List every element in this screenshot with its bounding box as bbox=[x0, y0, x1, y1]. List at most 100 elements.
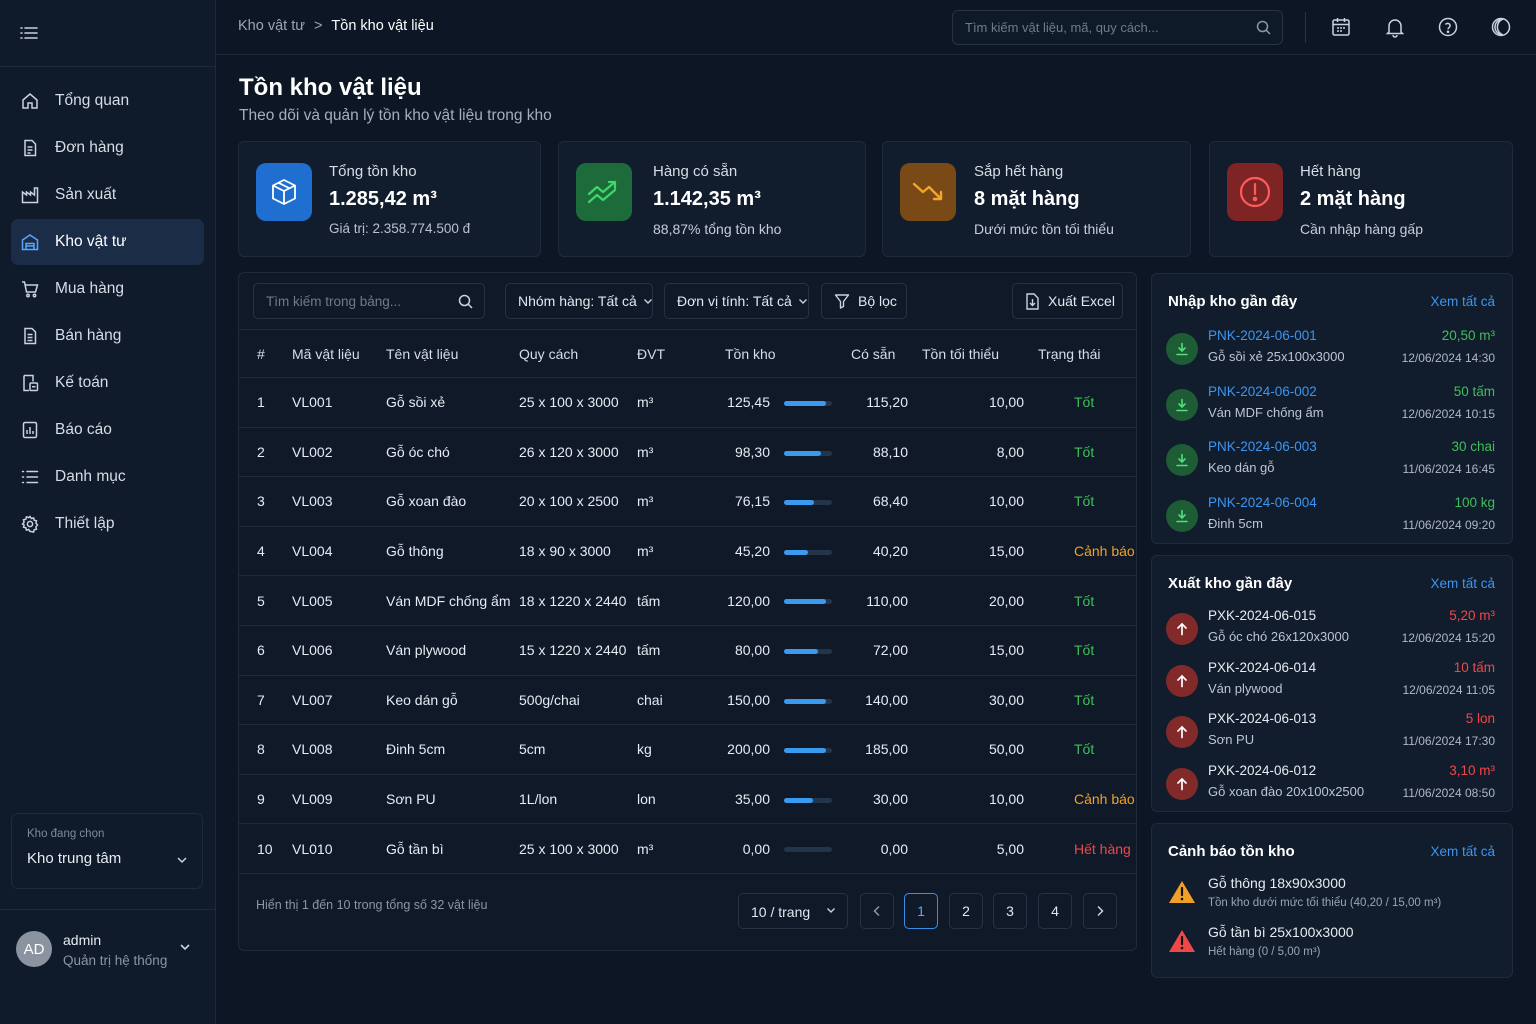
exports-view-all-link[interactable]: Xem tất cả bbox=[1430, 576, 1495, 591]
sidebar-item-bao-cao[interactable]: Báo cáo bbox=[11, 407, 204, 453]
import-item[interactable]: PNK-2024-06-002 Ván MDF chống ẩm 50 tấm 12/… bbox=[1152, 384, 1512, 434]
import-item[interactable]: PNK-2024-06-003 Keo dán gỗ 30 chai 11/06/20… bbox=[1152, 439, 1512, 489]
calendar-icon[interactable] bbox=[1330, 16, 1352, 38]
col-header-unit[interactable]: ĐVT bbox=[637, 329, 725, 378]
page-button-1[interactable]: 1 bbox=[904, 893, 938, 929]
stock-level-bar bbox=[784, 599, 832, 605]
export-item[interactable]: PXK-2024-06-012 Gỗ xoan đào 20x100x2500 3,… bbox=[1152, 763, 1512, 813]
cell-stock: 35,00 bbox=[725, 774, 851, 825]
col-header-status[interactable]: Trạng thái bbox=[1038, 329, 1136, 378]
chevron-down-icon bbox=[177, 857, 187, 864]
cell-minimum: 20,00 bbox=[922, 575, 1038, 626]
table-row[interactable]: 5 VL005 Ván MDF chống ẩm 18 x 1220 x 2440 tấ… bbox=[239, 575, 1136, 626]
sidebar-item-thiet-lap[interactable]: Thiết lập bbox=[11, 501, 204, 547]
unit-filter-select[interactable]: Đơn vị tính: Tất cả bbox=[664, 283, 809, 319]
cell-stock: 200,00 bbox=[725, 724, 851, 775]
filter-button[interactable]: Bộ lọc bbox=[821, 283, 907, 319]
imports-view-all-link[interactable]: Xem tất cả bbox=[1430, 294, 1495, 309]
table-row[interactable]: 8 VL008 Đinh 5cm 5cm kg 200,00 185,00 50,00 Tốt bbox=[239, 724, 1136, 775]
table-search-input[interactable]: Tìm kiếm trong bảng... bbox=[253, 283, 485, 319]
table-row[interactable]: 7 VL007 Keo dán gỗ 500g/chai chai 150,00 140,0… bbox=[239, 675, 1136, 726]
search-icon bbox=[1256, 20, 1271, 35]
page-button-4[interactable]: 4 bbox=[1038, 893, 1072, 929]
col-header-stock[interactable]: Tồn kho bbox=[725, 329, 851, 378]
alerts-view-all-link[interactable]: Xem tất cả bbox=[1430, 844, 1495, 859]
trend-up-icon bbox=[587, 180, 617, 204]
stock-value: 35,00 bbox=[734, 791, 770, 808]
sidebar-item-label: Kế toán bbox=[55, 374, 109, 391]
alert-item[interactable]: Gỗ thông 18x90x3000 Tồn kho dưới mức tối … bbox=[1152, 875, 1512, 915]
cell-name: Gỗ óc chó bbox=[386, 427, 519, 478]
col-header-index[interactable]: # bbox=[239, 329, 292, 378]
table-row[interactable]: 4 VL004 Gỗ thông 18 x 90 x 3000 m³ 45,20 40,20… bbox=[239, 526, 1136, 577]
cell-spec: 15 x 1220 x 2440 bbox=[519, 625, 637, 676]
sidebar-item-ban-hang[interactable]: Bán hàng bbox=[11, 313, 204, 359]
stock-level-bar bbox=[784, 401, 832, 407]
item-name: Gỗ sồi xẻ 25x100x3000 bbox=[1208, 349, 1345, 364]
export-item[interactable]: PXK-2024-06-015 Gỗ óc chó 26x120x3000 5,20… bbox=[1152, 608, 1512, 658]
group-filter-select[interactable]: Nhóm hàng: Tất cả bbox=[505, 283, 653, 319]
export-item[interactable]: PXK-2024-06-014 Ván plywood 10 tấm 12/06/20… bbox=[1152, 660, 1512, 710]
search-placeholder: Tìm kiếm vật liệu, mã, quy cách... bbox=[965, 20, 1159, 35]
breadcrumb-current: Tồn kho vật liệu bbox=[331, 18, 434, 34]
user-profile[interactable]: AD admin Quản trị hệ thống bbox=[0, 909, 215, 1024]
cell-stock: 120,00 bbox=[725, 575, 851, 626]
sidebar-item-label: Sản xuất bbox=[55, 186, 117, 203]
cell-name: Gỗ tần bì bbox=[386, 823, 519, 874]
help-icon[interactable] bbox=[1437, 16, 1459, 38]
sidebar-item-kho-vat-tu[interactable]: Kho vật tư bbox=[11, 219, 204, 265]
sidebar-item-tong-quan[interactable]: Tổng quan bbox=[11, 78, 204, 124]
box-icon bbox=[272, 178, 296, 206]
table-row[interactable]: 9 VL009 Sơn PU 1L/lon lon 35,00 30,00 10,00 Cảnh… bbox=[239, 774, 1136, 825]
chevron-down-icon bbox=[827, 908, 835, 913]
sidebar-item-don-hang[interactable]: Đơn hàng bbox=[11, 125, 204, 171]
table-row[interactable]: 6 VL006 Ván plywood 15 x 1220 x 2440 tấm 80,0… bbox=[239, 625, 1136, 676]
download-icon bbox=[1176, 342, 1188, 356]
sidebar-item-label: Đơn hàng bbox=[55, 139, 124, 156]
col-header-name[interactable]: Tên vật liệu bbox=[386, 329, 519, 378]
item-time: 12/06/2024 11:05 bbox=[1402, 682, 1495, 697]
import-item[interactable]: PNK-2024-06-001 Gỗ sồi xẻ 25x100x3000 20,5… bbox=[1152, 328, 1512, 378]
document-icon bbox=[24, 139, 37, 157]
sidebar-item-san-xuat[interactable]: Sản xuất bbox=[11, 172, 204, 218]
prev-page-button[interactable] bbox=[860, 893, 894, 929]
table-row[interactable]: 2 VL002 Gỗ óc chó 26 x 120 x 3000 m³ 98,30 88,… bbox=[239, 427, 1136, 478]
search-input[interactable]: Tìm kiếm vật liệu, mã, quy cách... bbox=[952, 10, 1283, 45]
sidebar-item-mua-hang[interactable]: Mua hàng bbox=[11, 266, 204, 312]
store-selector[interactable]: Kho đang chọn Kho trung tâm bbox=[11, 813, 203, 889]
col-header-available[interactable]: Có sẵn bbox=[851, 329, 922, 378]
sidebar-item-danh-muc[interactable]: Danh mục bbox=[11, 454, 204, 500]
export-item[interactable]: PXK-2024-06-013 Sơn PU 5 lon 11/06/2024 17:… bbox=[1152, 711, 1512, 761]
trend-down-icon bbox=[912, 182, 943, 201]
cell-name: Gỗ thông bbox=[386, 526, 519, 577]
cell-available: 40,20 bbox=[851, 526, 922, 577]
table-row[interactable]: 3 VL003 Gỗ xoan đào 20 x 100 x 2500 m³ 76,15 6… bbox=[239, 476, 1136, 527]
col-header-spec[interactable]: Quy cách bbox=[519, 329, 637, 378]
page-size-select[interactable]: 10 / trang bbox=[738, 893, 848, 929]
alert-item[interactable]: Gỗ tần bì 25x100x3000 Hết hàng (0 / 5,00 … bbox=[1152, 924, 1512, 964]
table-row[interactable]: 1 VL001 Gỗ sồi xẻ 25 x 100 x 3000 m³ 125,45 11… bbox=[239, 377, 1136, 428]
cell-spec: 5cm bbox=[519, 724, 637, 775]
page-button-2[interactable]: 2 bbox=[949, 893, 983, 929]
col-header-code[interactable]: Mã vật liệu bbox=[292, 329, 386, 378]
import-item[interactable]: PNK-2024-06-004 Đinh 5cm 100 kg 11/06/2024 … bbox=[1152, 495, 1512, 545]
alert-title: Gỗ thông 18x90x3000 bbox=[1208, 875, 1346, 891]
group-filter-label: Nhóm hàng: Tất cả bbox=[518, 293, 637, 309]
theme-toggle-icon[interactable] bbox=[1490, 16, 1512, 38]
import-icon-badge bbox=[1166, 388, 1198, 421]
col-header-minimum[interactable]: Tồn tối thiểu bbox=[922, 329, 1038, 378]
item-quantity: 5,20 m³ bbox=[1449, 608, 1495, 623]
cell-name: Ván plywood bbox=[386, 625, 519, 676]
menu-icon[interactable] bbox=[20, 26, 38, 40]
next-page-button[interactable] bbox=[1083, 893, 1117, 929]
kpi-out-of-stock: Hết hàng 2 mặt hàng Cần nhập hàng gấp bbox=[1209, 141, 1513, 257]
table-row[interactable]: 10 VL010 Gỗ tần bì 25 x 100 x 3000 m³ 0,00 0,0… bbox=[239, 823, 1136, 874]
arrow-up-icon bbox=[1177, 725, 1187, 739]
bell-icon[interactable] bbox=[1384, 16, 1406, 38]
export-excel-button[interactable]: Xuất Excel bbox=[1012, 283, 1123, 319]
breadcrumb-parent[interactable]: Kho vật tư bbox=[238, 18, 305, 34]
page-button-3[interactable]: 3 bbox=[993, 893, 1027, 929]
cell-minimum: 10,00 bbox=[922, 377, 1038, 428]
gear-icon bbox=[21, 515, 39, 533]
sidebar-item-ke-toan[interactable]: Kế toán bbox=[11, 360, 204, 406]
